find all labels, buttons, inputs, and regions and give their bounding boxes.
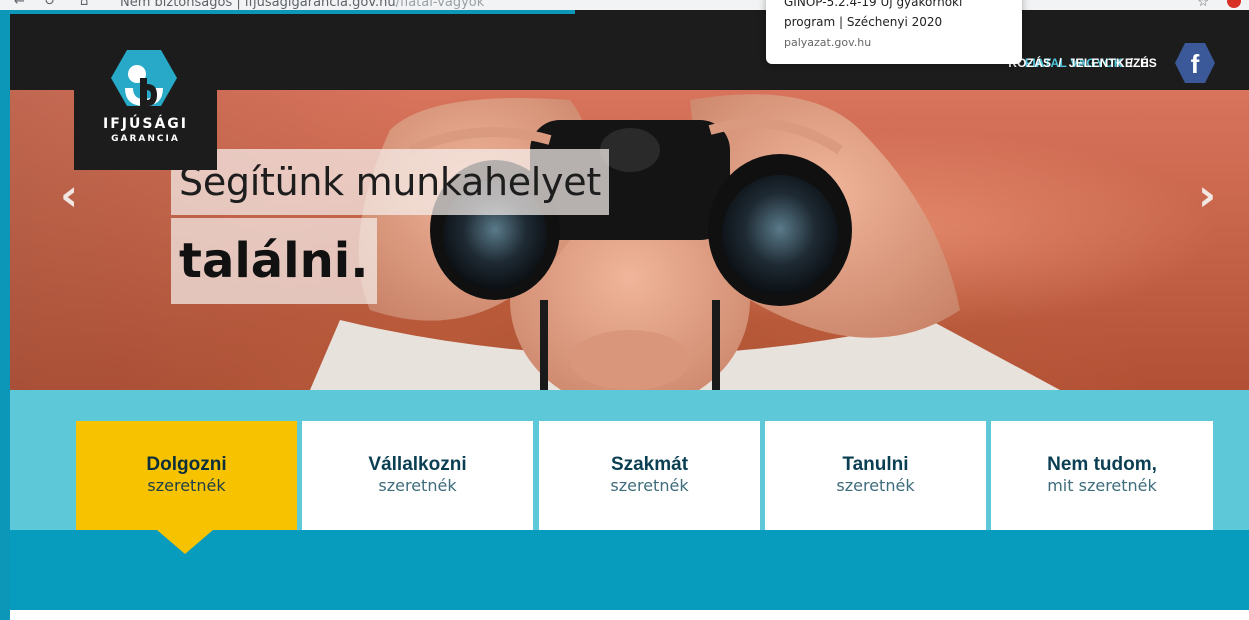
browser-toolbar: ← ↻ ⌂ Nem biztonságos | ifjusagigarancia…: [0, 0, 1249, 10]
tile-subtitle: mit szeretnék: [1047, 476, 1157, 495]
tooltip-title-line1: GINOP-5.2.4-19 Új gyakornoki: [784, 0, 963, 9]
back-icon[interactable]: ←: [14, 0, 25, 9]
tile-title: Vállalkozni: [368, 454, 467, 475]
tile-subtitle: szeretnék: [836, 476, 915, 495]
main-nav-right: ROZÁS / JELENTKEZÉS: [1008, 56, 1157, 70]
facebook-button[interactable]: f: [1175, 43, 1215, 83]
home-icon[interactable]: ⌂: [80, 0, 88, 9]
bookmark-star-icon[interactable]: ☆: [1197, 0, 1209, 10]
tooltip-domain: palyazat.gov.hu: [784, 36, 872, 49]
tooltip-title-line2: program | Széchenyi 2020: [784, 15, 943, 29]
tile-subtitle: szeretnék: [610, 476, 689, 495]
logo-name: IFJÚSÁGI: [103, 116, 188, 132]
tile-dolgozni[interactable]: Dolgozni szeretnék: [76, 421, 297, 530]
hero-headline-line2: találni.: [171, 218, 377, 304]
tile-subtitle: szeretnék: [147, 476, 226, 495]
tile-tanulni[interactable]: Tanulni szeretnék: [765, 421, 986, 530]
address-bar[interactable]: Nem biztonságos | ifjusagigarancia.gov.h…: [120, 0, 484, 10]
site-logo[interactable]: IFJÚSÁGI GARANCIA: [74, 20, 217, 170]
hero-headline-line1: Segítünk munkahelyet: [171, 149, 609, 215]
logo-mark-icon: [111, 50, 177, 106]
url-path: /fiatal-vagyok: [395, 0, 485, 10]
tile-title: Dolgozni: [146, 454, 227, 475]
tile-title: Szakmát: [610, 454, 689, 475]
reload-icon[interactable]: ↻: [44, 0, 55, 9]
nav-item-jelentkezes[interactable]: JELENTKEZÉS: [1069, 56, 1157, 70]
logo-subname: GARANCIA: [111, 134, 180, 144]
tile-title: Tanulni: [842, 454, 909, 475]
facebook-icon: f: [1190, 48, 1200, 79]
active-tab-accent: [10, 10, 575, 14]
tile-vallalkozni[interactable]: Vállalkozni szeretnék: [302, 421, 533, 530]
nav-separator: /: [1058, 56, 1062, 70]
tile-nem-tudom[interactable]: Nem tudom, mit szeretnék: [991, 421, 1213, 530]
tile-subtitle: szeretnék: [378, 476, 457, 495]
tile-szakmat[interactable]: Szakmát szeretnék: [539, 421, 760, 530]
tile-title: Nem tudom,: [1047, 454, 1157, 475]
slider-prev-arrow-icon[interactable]: ‹: [60, 170, 78, 221]
url-host: Nem biztonságos | ifjusagigarancia.gov.h…: [120, 0, 396, 10]
profile-avatar[interactable]: [1227, 0, 1241, 8]
link-tooltip: GINOP-5.2.4-19 Új gyakornoki program | S…: [766, 0, 1022, 64]
slider-next-arrow-icon[interactable]: ›: [1198, 170, 1216, 221]
active-tile-pointer-icon: [157, 530, 213, 554]
left-accent-bar: [0, 10, 10, 620]
